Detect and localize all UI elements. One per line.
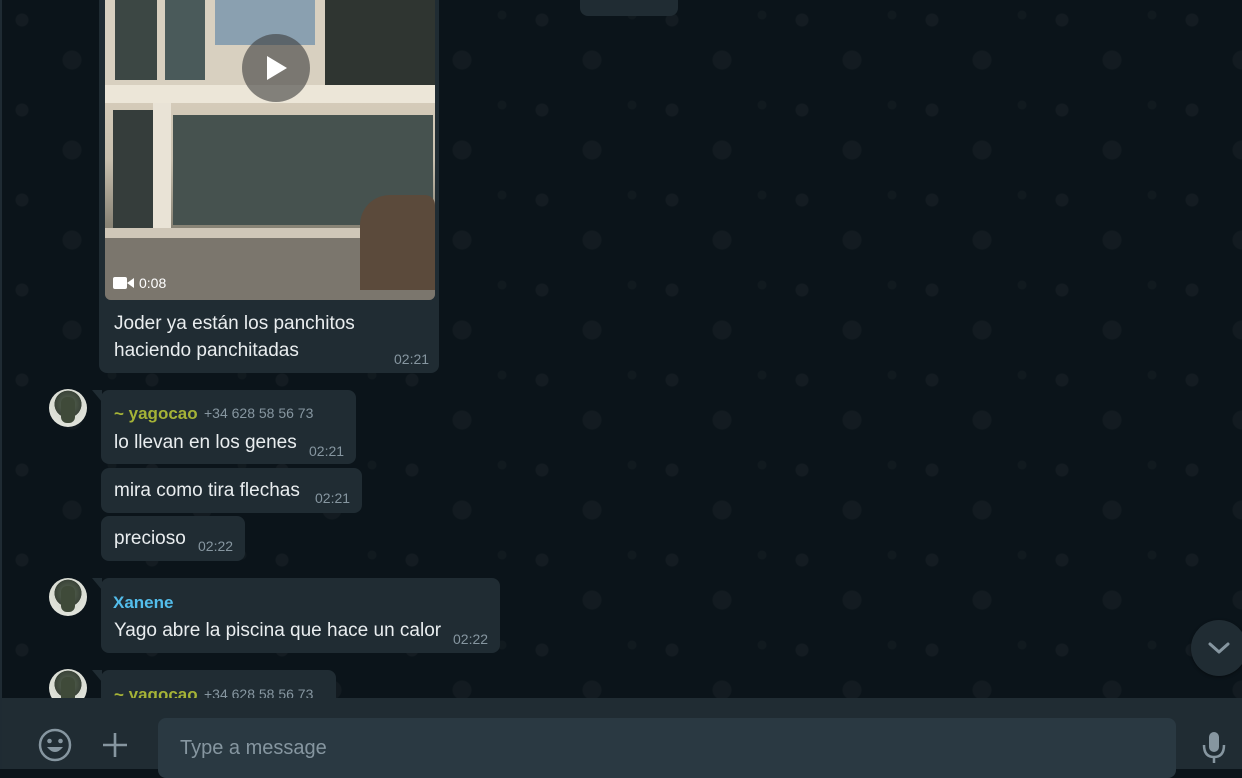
sender-phone: +34 628 58 56 73: [204, 405, 314, 421]
plus-icon: [103, 733, 127, 757]
emoji-button[interactable]: [37, 727, 73, 763]
avatar[interactable]: [49, 669, 87, 698]
message-bubble: ~ yagocao +34 628 58 56 73 lo llevan en …: [92, 390, 356, 464]
message-time: 02:21: [315, 490, 351, 506]
message-text: precioso: [114, 528, 186, 549]
scroll-to-bottom-button[interactable]: [1191, 620, 1242, 676]
video-thumbnail[interactable]: 0:08: [105, 0, 435, 300]
play-icon: [267, 56, 287, 80]
message-input[interactable]: [158, 718, 1176, 778]
message-time: 02:21: [394, 351, 430, 367]
duration-label: 0:08: [139, 275, 167, 291]
voice-message-button[interactable]: [1200, 730, 1228, 764]
sender-name[interactable]: Xanene: [113, 593, 173, 613]
attach-button[interactable]: [101, 731, 129, 759]
sender-name[interactable]: ~ yagocao: [114, 685, 198, 698]
sender-phone: +34 628 58 56 73: [204, 686, 314, 698]
avatar[interactable]: [49, 578, 87, 616]
message-bubble: ~ yagocao +34 628 58 56 73: [92, 670, 336, 698]
message-time: 02:22: [453, 631, 489, 647]
chat-area: 0:08 Joder ya están los panchitos hacien…: [0, 0, 1242, 698]
video-message-bubble: 0:08 Joder ya están los panchitos hacien…: [99, 0, 439, 373]
message-text: Yago abre la piscina que hace un calor: [114, 620, 442, 641]
video-camera-icon: [113, 277, 134, 289]
sender-name[interactable]: ~ yagocao: [114, 404, 198, 424]
microphone-icon: [1202, 732, 1226, 763]
previous-message-bubble: [580, 0, 678, 16]
message-bubble: precioso 02:22: [101, 516, 245, 561]
message-time: 02:22: [198, 538, 234, 554]
message-bubble: Xanene Yago abre la piscina que hace un …: [92, 578, 500, 653]
video-caption-line-2: haciendo panchitadas: [114, 340, 299, 361]
chevron-down-icon: [1208, 642, 1230, 654]
message-text: lo llevan en los genes: [114, 432, 297, 453]
composer-bar: [0, 698, 1242, 778]
message-bubble: mira como tira flechas 02:21: [101, 468, 362, 513]
video-caption-line-1: Joder ya están los panchitos: [114, 313, 355, 334]
message-text: mira como tira flechas: [114, 480, 300, 501]
play-button[interactable]: [242, 34, 310, 102]
emoji-icon: [38, 728, 72, 762]
message-time: 02:21: [309, 443, 345, 459]
video-duration: 0:08: [113, 275, 166, 291]
avatar[interactable]: [49, 389, 87, 427]
